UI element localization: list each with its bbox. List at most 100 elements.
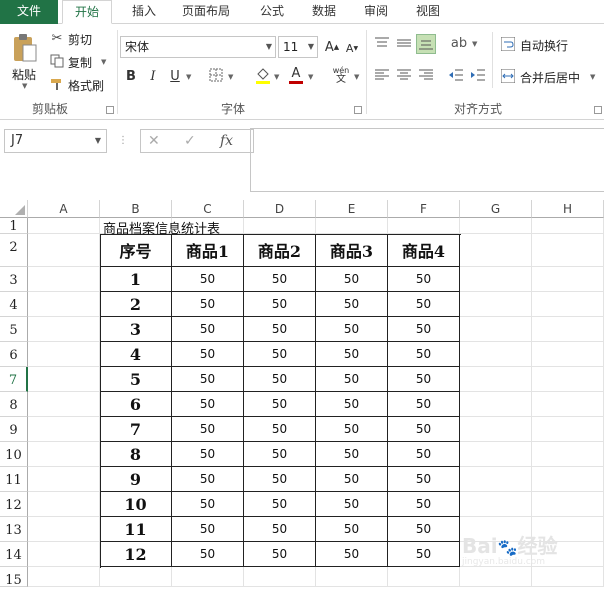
table-cell[interactable]: 50: [244, 542, 316, 567]
column-header-c[interactable]: C: [172, 200, 244, 218]
table-cell[interactable]: 12: [100, 542, 172, 567]
grid-cell[interactable]: [316, 567, 388, 587]
grid-cell[interactable]: [28, 542, 100, 567]
column-header-f[interactable]: F: [388, 200, 460, 218]
table-header-cell[interactable]: 商品2: [244, 234, 316, 267]
italic-button[interactable]: I: [146, 68, 160, 84]
wrap-text-icon[interactable]: [500, 36, 516, 52]
row-header-10[interactable]: 10: [0, 442, 28, 467]
column-header-e[interactable]: E: [316, 200, 388, 218]
table-cell[interactable]: 50: [388, 292, 460, 317]
row-header-14[interactable]: 14: [0, 542, 28, 567]
orientation-dropdown-icon[interactable]: ▼: [472, 40, 477, 48]
table-cell[interactable]: 50: [388, 542, 460, 567]
grid-cell[interactable]: [532, 267, 604, 292]
grid-cell[interactable]: [28, 567, 100, 587]
shrink-font-icon[interactable]: A ▼: [344, 40, 360, 56]
grid-cell[interactable]: [28, 517, 100, 542]
grid-cell[interactable]: [28, 467, 100, 492]
grid-cell[interactable]: [532, 467, 604, 492]
table-cell[interactable]: 7: [100, 417, 172, 442]
select-all-corner[interactable]: [0, 200, 28, 218]
table-cell[interactable]: 50: [388, 467, 460, 492]
grid-cell[interactable]: [28, 292, 100, 317]
tab-file[interactable]: 文件: [0, 0, 58, 24]
table-cell[interactable]: 50: [388, 392, 460, 417]
formula-input[interactable]: [250, 128, 604, 192]
table-cell[interactable]: 50: [244, 367, 316, 392]
cancel-icon[interactable]: ✕: [148, 129, 160, 153]
grid-cell[interactable]: [460, 267, 532, 292]
table-cell[interactable]: 3: [100, 317, 172, 342]
grid-cell[interactable]: [316, 218, 388, 234]
table-cell[interactable]: 50: [244, 517, 316, 542]
table-cell[interactable]: 4: [100, 342, 172, 367]
grid-cell[interactable]: [28, 234, 100, 267]
grid-cell[interactable]: [532, 317, 604, 342]
font-color-icon[interactable]: A: [288, 65, 304, 85]
table-cell[interactable]: 50: [244, 417, 316, 442]
format-painter-icon[interactable]: [49, 76, 65, 92]
row-header-8[interactable]: 8: [0, 392, 28, 417]
fill-color-icon[interactable]: [254, 66, 272, 84]
column-header-b[interactable]: B: [100, 200, 172, 218]
table-cell[interactable]: 50: [172, 367, 244, 392]
table-cell[interactable]: 50: [172, 317, 244, 342]
grid-cell[interactable]: [460, 467, 532, 492]
table-cell[interactable]: 50: [316, 317, 388, 342]
font-name-select[interactable]: 宋体 ▼: [120, 36, 276, 58]
row-header-13[interactable]: 13: [0, 517, 28, 542]
table-cell[interactable]: 50: [316, 492, 388, 517]
table-cell[interactable]: 50: [172, 442, 244, 467]
merge-center-icon[interactable]: [500, 68, 516, 84]
copy-icon[interactable]: [49, 53, 65, 69]
cut-button[interactable]: 剪切: [68, 31, 92, 48]
grid-cell[interactable]: [460, 218, 532, 234]
table-cell[interactable]: 50: [388, 317, 460, 342]
grid-cell[interactable]: [28, 267, 100, 292]
underline-dropdown-icon[interactable]: ▼: [186, 73, 191, 81]
grid-cell[interactable]: [460, 234, 532, 267]
phonetic-icon[interactable]: wén 文: [330, 64, 352, 86]
table-cell[interactable]: 50: [244, 317, 316, 342]
table-cell[interactable]: 50: [388, 367, 460, 392]
table-cell[interactable]: 50: [316, 417, 388, 442]
table-cell[interactable]: 50: [388, 492, 460, 517]
paste-dropdown-icon[interactable]: ▼: [22, 82, 27, 90]
row-header-3[interactable]: 3: [0, 267, 28, 292]
table-cell[interactable]: 50: [172, 467, 244, 492]
table-cell[interactable]: 50: [244, 342, 316, 367]
grid-cell[interactable]: [28, 317, 100, 342]
border-icon[interactable]: [208, 67, 224, 83]
wrap-text-button[interactable]: 自动换行: [520, 37, 568, 54]
table-cell[interactable]: 50: [388, 342, 460, 367]
align-center-icon[interactable]: [396, 68, 412, 82]
grid-cell[interactable]: [28, 367, 100, 392]
grid-cell[interactable]: [28, 442, 100, 467]
grid-cell[interactable]: [460, 492, 532, 517]
row-header-11[interactable]: 11: [0, 467, 28, 492]
tab-review[interactable]: 审阅: [356, 0, 396, 24]
column-header-a[interactable]: A: [28, 200, 100, 218]
table-cell[interactable]: 10: [100, 492, 172, 517]
grid-cell[interactable]: [532, 567, 604, 587]
grid-cell[interactable]: [460, 317, 532, 342]
copy-button[interactable]: 复制: [68, 54, 92, 71]
column-header-h[interactable]: H: [532, 200, 604, 218]
font-color-dropdown-icon[interactable]: ▼: [308, 73, 313, 81]
scissors-icon[interactable]: ✂: [49, 30, 65, 46]
grid-cell[interactable]: [532, 218, 604, 234]
table-cell[interactable]: 50: [172, 517, 244, 542]
table-cell[interactable]: 50: [244, 392, 316, 417]
table-header-cell[interactable]: 商品4: [388, 234, 460, 267]
grid-cell[interactable]: [388, 567, 460, 587]
grid-cell[interactable]: [532, 442, 604, 467]
row-header-15[interactable]: 15: [0, 567, 28, 588]
font-size-select[interactable]: 11 ▼: [278, 36, 318, 58]
row-header-1[interactable]: 1: [0, 218, 28, 234]
tab-data[interactable]: 数据: [304, 0, 344, 24]
copy-dropdown-icon[interactable]: ▼: [101, 58, 106, 66]
grid-cell[interactable]: [28, 392, 100, 417]
grid-cell[interactable]: [28, 492, 100, 517]
row-header-6[interactable]: 6: [0, 342, 28, 367]
